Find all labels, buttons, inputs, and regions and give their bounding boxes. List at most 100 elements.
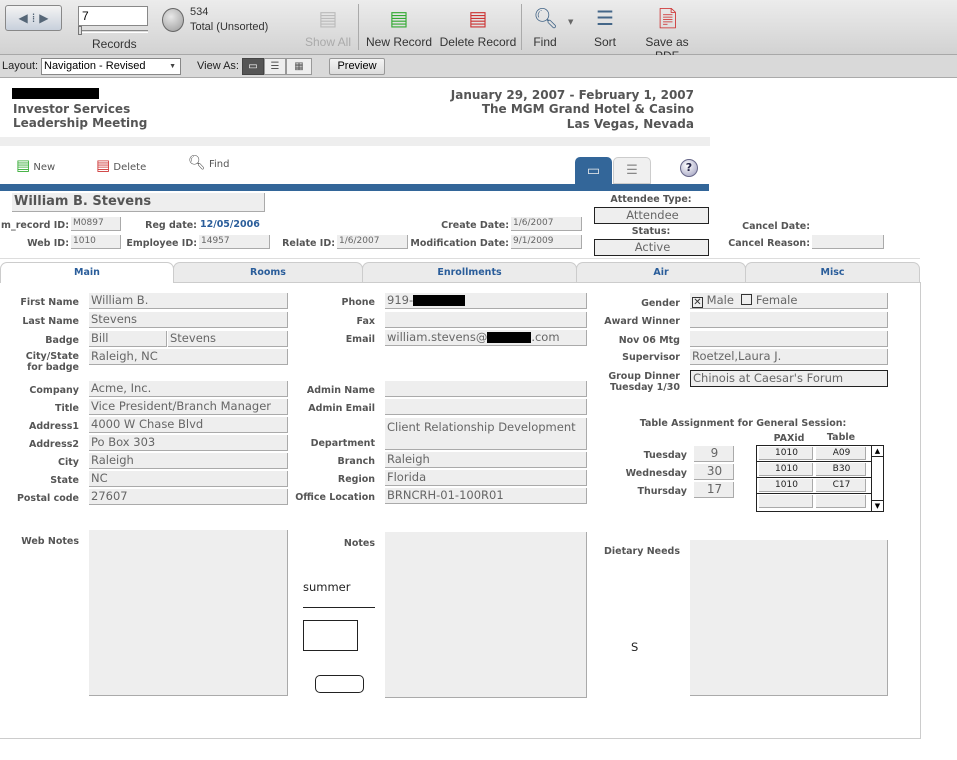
nov06-mtg-field[interactable] [690, 331, 888, 347]
postal-code-field[interactable]: 27607 [89, 489, 288, 505]
find-dropdown-icon[interactable]: ▼ [568, 18, 573, 26]
redaction [413, 295, 466, 306]
first-name-field[interactable]: William B. [89, 293, 288, 309]
show-all-button[interactable]: ▤ Show All [303, 6, 353, 49]
cancel-date-label: Cancel Date: [742, 221, 810, 232]
find-button[interactable]: 🔍︎ Find [528, 6, 562, 49]
address1-field[interactable]: 4000 W Chase Blvd [89, 417, 288, 433]
preview-button[interactable]: Preview [329, 58, 385, 75]
relate-id-field[interactable]: 1/6/2007 [337, 235, 408, 249]
address2-field[interactable]: Po Box 303 [89, 435, 288, 451]
tab-rooms[interactable]: Rooms [173, 262, 363, 282]
record-slider[interactable] [78, 26, 148, 35]
rounded-button[interactable] [315, 675, 364, 693]
new-record-button[interactable]: ▤ New Record [365, 6, 433, 49]
badge-first-field[interactable]: Bill [89, 331, 167, 347]
paxid-cell[interactable]: 1010 [759, 447, 813, 460]
record-number-input[interactable] [78, 6, 148, 26]
fax-field[interactable] [385, 312, 587, 328]
tab-air[interactable]: Air [576, 262, 746, 282]
city-field[interactable]: Raleigh [89, 453, 288, 469]
m-record-field[interactable]: M0897 [71, 217, 121, 231]
paxid-cell[interactable]: 1010 [759, 479, 813, 492]
paxid-cell[interactable] [759, 495, 813, 508]
gender-field[interactable]: ✕ Male Female [690, 293, 888, 309]
scroll-down-icon[interactable]: ▼ [872, 500, 883, 511]
web-id-field[interactable]: 1010 [71, 235, 121, 249]
award-winner-field[interactable] [690, 312, 888, 328]
thursday-field[interactable]: 17 [694, 482, 734, 498]
phone-label: Phone [341, 297, 375, 308]
attendee-type-field[interactable]: Attendee [594, 207, 709, 224]
admin-name-field[interactable] [385, 381, 587, 397]
portal-row[interactable]: 1010 C17 [757, 478, 871, 494]
employee-id-field[interactable]: 14957 [199, 235, 270, 249]
tab-main[interactable]: Main [0, 262, 174, 283]
badge-label: Badge [45, 335, 79, 346]
company-field[interactable]: Acme, Inc. [89, 381, 288, 397]
last-name-field[interactable]: Stevens [89, 312, 288, 328]
event-dates: January 29, 2007 - February 1, 2007 [450, 88, 694, 102]
notes-label: Notes [343, 538, 375, 549]
wednesday-field[interactable]: 30 [694, 464, 734, 480]
paxid-cell[interactable]: 1010 [759, 463, 813, 476]
department-field[interactable]: Client Relationship Development [385, 418, 587, 450]
new-action[interactable]: ▤ New [16, 156, 55, 174]
status-field[interactable]: Active [594, 239, 709, 256]
attendee-name[interactable]: William B. Stevens [12, 193, 265, 212]
table-cell[interactable] [816, 495, 866, 508]
title-field[interactable]: Vice President/Branch Manager [89, 399, 288, 415]
portal-row[interactable] [757, 494, 871, 510]
view-form-button[interactable]: ▭ [242, 58, 264, 75]
admin-email-field[interactable] [385, 399, 587, 415]
tuesday-field[interactable]: 9 [694, 446, 734, 462]
office-location-field[interactable]: BRNCRH-01-100R01 [385, 488, 587, 504]
state-field[interactable]: NC [89, 471, 288, 487]
empty-box[interactable] [303, 620, 358, 651]
table-cell[interactable]: C17 [816, 479, 866, 492]
view-table-button[interactable]: ▦ [286, 58, 312, 75]
admin-email-label: Admin Email [308, 403, 375, 414]
layout-select[interactable]: Navigation - Revised ▼ [41, 58, 181, 75]
book-nav-button[interactable]: ◀ ⁞ ▶ [5, 5, 62, 31]
delete-action[interactable]: ▤ Delete [96, 156, 146, 174]
delete-record-button[interactable]: ▤ Delete Record [439, 6, 517, 49]
female-checkbox[interactable] [741, 294, 753, 305]
address1-label: Address1 [28, 421, 79, 432]
portal-scrollbar[interactable]: ▲ ▼ [871, 446, 883, 511]
portal-row[interactable]: 1010 B30 [757, 462, 871, 478]
list-view-tab[interactable]: ☰ [613, 157, 651, 184]
scroll-up-icon[interactable]: ▲ [872, 446, 883, 457]
sort-button[interactable]: ☰ Sort [588, 6, 622, 49]
badge-last-field[interactable]: Stevens [168, 331, 288, 347]
find-action[interactable]: 🔍︎ Find [188, 155, 229, 171]
phone-field[interactable]: 919- [385, 293, 587, 309]
sort-icon: ☰ [596, 8, 614, 30]
table-cell[interactable]: A09 [816, 447, 866, 460]
table-cell[interactable]: B30 [816, 463, 866, 476]
event-venue: The MGM Grand Hotel & Casino [481, 102, 694, 116]
form-view-tab[interactable]: ▭ [575, 157, 612, 185]
male-checkbox[interactable]: ✕ [692, 297, 703, 308]
employee-id-label: Employee ID: [126, 238, 197, 249]
supervisor-field[interactable]: Roetzel,Laura J. [690, 349, 888, 365]
tab-misc[interactable]: Misc [745, 262, 920, 282]
dietary-needs-field[interactable] [690, 540, 888, 696]
region-field[interactable]: Florida [385, 470, 587, 486]
create-date-field[interactable]: 1/6/2007 [511, 217, 582, 231]
help-icon[interactable]: ? [680, 159, 698, 177]
branch-field[interactable]: Raleigh [385, 452, 587, 468]
tab-enrollments[interactable]: Enrollments [362, 262, 577, 282]
web-notes-field[interactable] [89, 530, 288, 696]
notes-field[interactable] [385, 532, 587, 698]
email-field[interactable]: william.stevens@ .com [385, 330, 587, 346]
group-dinner-field[interactable]: Chinois at Caesar's Forum [690, 370, 888, 387]
cancel-reason-field[interactable] [812, 235, 884, 249]
modification-date-field[interactable]: 9/1/2009 [511, 235, 582, 249]
view-list-button[interactable]: ☰ [264, 58, 286, 75]
postal-code-label: Postal code [16, 493, 79, 504]
city-badge-field[interactable]: Raleigh, NC [89, 349, 288, 365]
state-label: State [50, 475, 79, 486]
portal-row[interactable]: 1010 A09 [757, 446, 871, 462]
region-label: Region [337, 474, 375, 485]
